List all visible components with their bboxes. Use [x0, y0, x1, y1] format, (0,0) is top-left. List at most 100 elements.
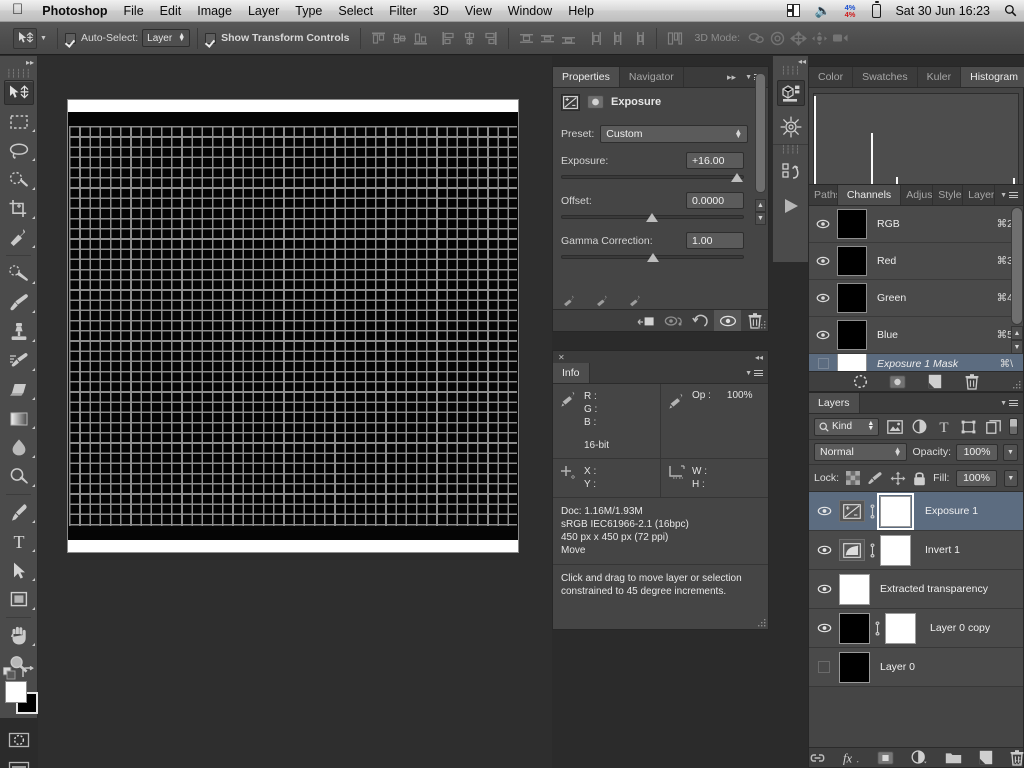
- eye-icon[interactable]: [809, 623, 839, 633]
- link-mask-icon[interactable]: [865, 503, 880, 519]
- menu-view[interactable]: View: [457, 4, 500, 18]
- align-vertical-centers-icon[interactable]: [390, 28, 409, 49]
- layer-row-exposure-1[interactable]: Exposure 1: [809, 492, 1023, 531]
- collapse-to-icons-icon[interactable]: ▸▸: [723, 67, 740, 87]
- close-icon[interactable]: ✕: [558, 353, 565, 362]
- align-top-edges-icon[interactable]: [369, 28, 388, 49]
- tab-info[interactable]: Info: [553, 363, 590, 383]
- lock-image-pixels-icon[interactable]: [867, 471, 883, 486]
- drag-3d-object-icon[interactable]: [789, 28, 808, 49]
- menu-layer[interactable]: Layer: [240, 4, 287, 18]
- align-left-edges-icon[interactable]: [439, 28, 458, 49]
- apple-logo-icon[interactable]: : [0, 2, 34, 17]
- set-white-point-eyedropper-icon[interactable]: [629, 295, 642, 307]
- lock-position-icon[interactable]: [890, 471, 906, 486]
- link-mask-icon[interactable]: [865, 542, 880, 558]
- tool-path-selection[interactable]: [0, 556, 38, 585]
- fill-input[interactable]: 100%: [956, 469, 997, 487]
- clock[interactable]: Sat 30 Jun 16:23: [888, 4, 997, 18]
- eye-icon[interactable]: [809, 293, 837, 303]
- new-layer-button[interactable]: [979, 749, 993, 766]
- eye-icon[interactable]: [809, 545, 839, 555]
- tab-properties[interactable]: Properties: [553, 67, 620, 87]
- tool-brush[interactable]: [0, 288, 38, 317]
- layer-mask-thumbnail[interactable]: [877, 492, 914, 530]
- align-bottom-edges-icon[interactable]: [411, 28, 430, 49]
- tool-dodge[interactable]: [0, 462, 38, 491]
- lock-all-icon[interactable]: [913, 471, 926, 486]
- panel-menu-icon[interactable]: ▼: [995, 393, 1023, 413]
- toggle-layer-visibility-button[interactable]: [714, 310, 741, 331]
- offset-slider[interactable]: [561, 212, 744, 224]
- layer-thumbnail[interactable]: [839, 573, 870, 605]
- panel-drag-grip[interactable]: ┆┆┆┆: [773, 145, 808, 155]
- eye-icon[interactable]: [809, 219, 837, 229]
- menu-filter[interactable]: Filter: [381, 4, 425, 18]
- menu-window[interactable]: Window: [500, 4, 560, 18]
- tool-quick-mask-mode[interactable]: [0, 725, 38, 754]
- distribute-right-edges-icon[interactable]: [629, 28, 648, 49]
- link-mask-icon[interactable]: [870, 620, 885, 636]
- align-right-edges-icon[interactable]: [481, 28, 500, 49]
- channel-thumbnail[interactable]: [837, 320, 867, 350]
- histogram-chart[interactable]: [813, 93, 1019, 186]
- eye-icon[interactable]: [809, 256, 837, 266]
- set-gray-point-eyedropper-icon[interactable]: [596, 295, 609, 307]
- expand-panel-icon[interactable]: ▸▸: [0, 56, 37, 69]
- layer-row-extracted-transparency[interactable]: Extracted transparency: [809, 570, 1023, 609]
- scroll-up-button[interactable]: ▲: [1011, 326, 1023, 340]
- distribute-horizontal-centers-icon[interactable]: [608, 28, 627, 49]
- slider-thumb[interactable]: [647, 253, 659, 262]
- distribute-left-edges-icon[interactable]: [587, 28, 606, 49]
- menu-type[interactable]: Type: [287, 4, 330, 18]
- scroll-down-button[interactable]: ▼: [755, 212, 766, 225]
- panel-resize-grip[interactable]: [1013, 757, 1021, 765]
- channel-row-blue[interactable]: Blue ⌘5: [809, 317, 1023, 354]
- actions-play-button[interactable]: [773, 189, 809, 223]
- opacity-input[interactable]: 100%: [956, 443, 998, 461]
- auto-align-layers-icon[interactable]: [665, 28, 684, 49]
- eye-icon[interactable]: [809, 330, 837, 340]
- slider-thumb[interactable]: [646, 213, 658, 222]
- new-group-button[interactable]: [945, 749, 962, 766]
- visibility-toggle-empty[interactable]: [809, 661, 839, 673]
- screen-share-icon[interactable]: [780, 4, 807, 17]
- filter-on-off-toggle[interactable]: [1009, 418, 1019, 435]
- tool-clone-stamp[interactable]: [0, 317, 38, 346]
- menu-photoshop[interactable]: Photoshop: [34, 4, 115, 18]
- align-horizontal-centers-icon[interactable]: [460, 28, 479, 49]
- default-foreground-background-icon[interactable]: [3, 667, 16, 680]
- add-layer-mask-button[interactable]: [876, 749, 894, 766]
- tool-eyedropper[interactable]: [0, 223, 38, 252]
- tab-layers[interactable]: Layers: [809, 393, 860, 413]
- layer-mask-thumbnail[interactable]: [880, 534, 911, 566]
- channel-thumbnail[interactable]: [837, 283, 867, 313]
- blend-mode-select[interactable]: Normal ▲ ▼: [814, 443, 908, 461]
- scroll-up-button[interactable]: ▲: [755, 199, 766, 212]
- lock-transparent-pixels-icon[interactable]: [846, 471, 861, 485]
- tool-history-brush[interactable]: [0, 346, 38, 375]
- tool-gradient[interactable]: [0, 404, 38, 433]
- rotate-3d-object-icon[interactable]: [747, 28, 766, 49]
- layer-row-invert-1[interactable]: Invert 1: [809, 531, 1023, 570]
- visibility-toggle-empty[interactable]: [809, 358, 837, 369]
- exposure-value-input[interactable]: +16.00: [686, 152, 744, 169]
- filter-adjustment-layers-icon[interactable]: [910, 418, 929, 436]
- tool-type[interactable]: T: [0, 527, 38, 556]
- menu-edit[interactable]: Edit: [152, 4, 190, 18]
- tab-layers[interactable]: Layers: [963, 185, 996, 205]
- layer-row-layer-0[interactable]: Layer 0: [809, 648, 1023, 687]
- tool-quick-selection[interactable]: [0, 165, 38, 194]
- gamma-value-input[interactable]: 1.00: [686, 232, 744, 249]
- collapse-panel-icon[interactable]: ◂◂: [755, 353, 763, 362]
- save-selection-as-channel-button[interactable]: [889, 373, 906, 390]
- tool-hand[interactable]: [0, 621, 38, 650]
- slide-3d-object-icon[interactable]: [810, 28, 829, 49]
- opacity-slider-toggle[interactable]: ▼: [1003, 443, 1018, 461]
- tab-paths[interactable]: Paths: [809, 185, 838, 205]
- tab-styles[interactable]: Styles: [933, 185, 964, 205]
- menu-image[interactable]: Image: [189, 4, 240, 18]
- speaker-icon[interactable]: 🔈: [807, 3, 837, 19]
- tab-histogram[interactable]: Histogram: [961, 67, 1024, 87]
- exposure-slider[interactable]: [561, 172, 744, 184]
